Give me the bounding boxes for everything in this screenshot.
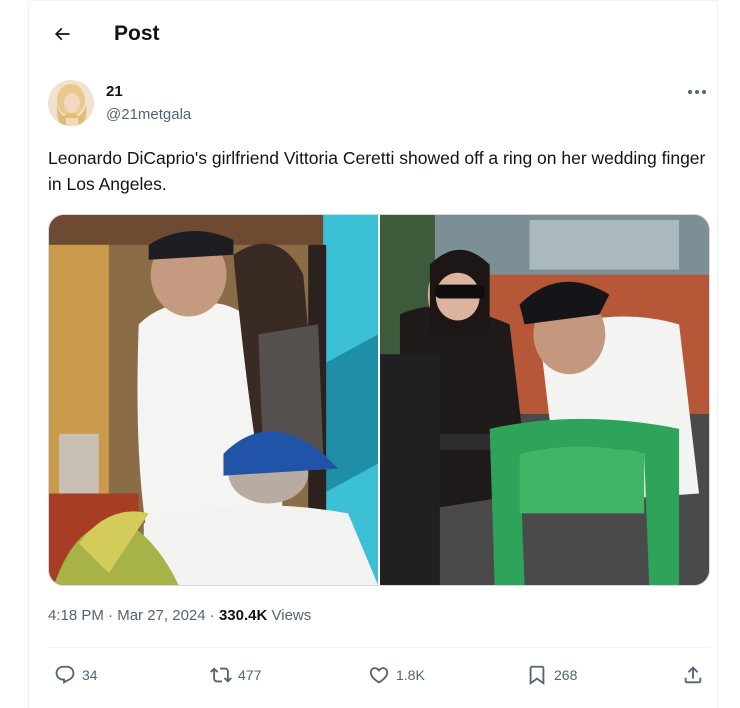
avatar[interactable]	[48, 80, 94, 126]
reply-icon	[55, 665, 75, 684]
back-button[interactable]	[46, 18, 78, 50]
author-name[interactable]: 21	[106, 83, 123, 100]
bookmark-button[interactable]: 268	[526, 664, 577, 686]
views-count: 330.4K	[218, 607, 268, 624]
bookmark-icon	[529, 665, 545, 686]
share-button[interactable]	[682, 664, 704, 686]
like-button[interactable]: 1.8K	[368, 664, 425, 686]
action-bar: 34 477 1.8K 268	[48, 660, 710, 694]
author-handle[interactable]: @21metgala	[106, 106, 191, 123]
repost-count: 477	[238, 667, 262, 683]
avatar-image	[48, 80, 94, 126]
meta-separator: ·	[209, 607, 215, 624]
repost-button[interactable]: 477	[210, 664, 261, 686]
media-image-1[interactable]	[49, 215, 378, 585]
repost-icon	[210, 667, 232, 683]
tweet-text: Leonardo DiCaprio's girlfriend Vittoria …	[48, 148, 706, 194]
like-count: 1.8K	[396, 667, 425, 683]
meta-separator: ·	[108, 607, 114, 624]
media-image-2[interactable]	[380, 215, 709, 585]
photo-couple-hug	[49, 215, 378, 585]
views-label: Views	[271, 607, 312, 624]
back-arrow-icon	[54, 27, 70, 41]
photo-couple-eating	[380, 215, 709, 585]
reply-count: 34	[82, 667, 98, 683]
reply-button[interactable]: 34	[54, 664, 98, 686]
media-grid	[48, 214, 710, 586]
more-button[interactable]	[685, 82, 709, 102]
tweet-meta: 4:18 PM · Mar 27, 2024 · 330.4K Views	[48, 607, 311, 624]
post-date[interactable]: Mar 27, 2024	[117, 607, 205, 624]
page-title: Post	[114, 22, 160, 45]
more-icon	[688, 90, 706, 94]
divider	[48, 647, 710, 648]
post-time[interactable]: 4:18 PM	[48, 607, 104, 624]
like-icon	[369, 667, 389, 684]
bookmark-count: 268	[554, 667, 578, 683]
share-icon	[684, 666, 702, 684]
